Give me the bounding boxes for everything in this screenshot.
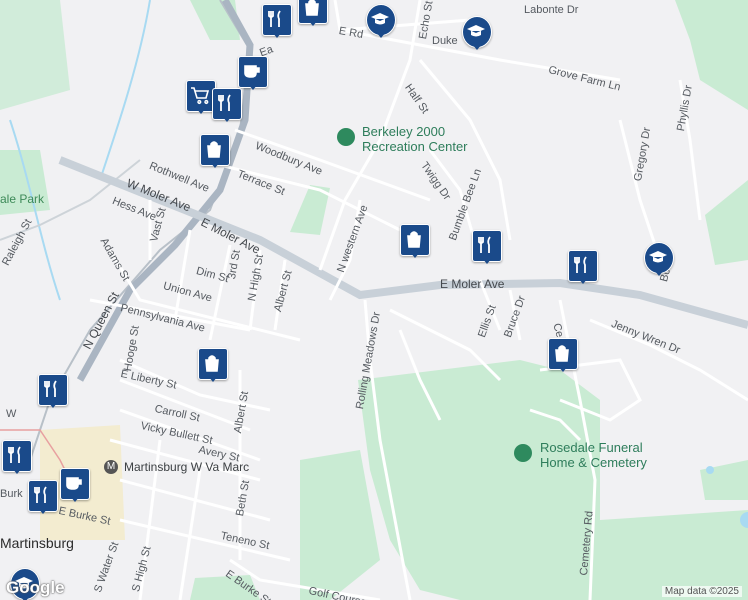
shopping-pin[interactable]	[400, 224, 430, 260]
restaurant-icon	[8, 446, 21, 463]
recreation-center-label[interactable]: Berkeley 2000 Recreation Center	[362, 124, 468, 154]
recreation-center-marker[interactable]	[337, 128, 355, 146]
funeral-home-marker[interactable]	[514, 444, 532, 462]
map-attribution[interactable]: Map data ©2025	[661, 586, 742, 597]
restaurant-pin[interactable]	[28, 480, 58, 516]
shopping-icon	[205, 355, 219, 372]
school-icon	[467, 25, 485, 37]
cafe-icon	[244, 65, 260, 78]
restaurant-icon	[34, 486, 47, 503]
restaurant-pin[interactable]	[38, 374, 68, 410]
restaurant-icon	[218, 94, 231, 111]
street-label: Burk	[0, 488, 23, 500]
shopping-pin[interactable]	[200, 134, 230, 170]
shopping-pin[interactable]	[198, 348, 228, 384]
city-label: Martinsburg	[0, 535, 74, 551]
restaurant-pin[interactable]	[568, 250, 598, 286]
shopping-icon	[555, 345, 569, 362]
grocery-icon	[191, 87, 210, 105]
restaurant-pin[interactable]	[2, 440, 32, 476]
google-logo: Google	[6, 578, 65, 597]
restaurant-icon	[268, 10, 281, 27]
park-label: ale Park	[0, 192, 45, 206]
restaurant-pin[interactable]	[472, 230, 502, 266]
shopping-pin[interactable]	[298, 0, 328, 28]
school-pin[interactable]	[644, 242, 674, 278]
restaurant-icon	[44, 380, 57, 397]
street-label: Labonte Dr	[524, 4, 579, 16]
restaurant-pin[interactable]	[262, 4, 292, 40]
street-label: E Moler Ave	[440, 277, 505, 291]
shopping-icon	[305, 0, 319, 16]
funeral-home-label[interactable]: Rosedale Funeral Home & Cemetery	[540, 440, 647, 470]
street-label: Duke	[432, 35, 458, 47]
shopping-icon	[207, 141, 221, 158]
cafe-pin[interactable]	[60, 468, 90, 504]
school-icon	[371, 13, 389, 25]
restaurant-icon	[478, 236, 491, 253]
cafe-icon	[66, 477, 82, 490]
train-icon: M	[104, 460, 118, 474]
school-icon	[649, 251, 667, 263]
map-canvas[interactable]: Labonte Dr Echo St E Rd Duke Grove Farm …	[0, 0, 748, 600]
shopping-icon	[407, 231, 421, 248]
shopping-pin[interactable]	[548, 338, 578, 374]
restaurant-pin[interactable]	[212, 88, 242, 124]
school-pin[interactable]	[366, 4, 396, 40]
amtrak-station-label[interactable]: Martinsburg W Va Marc	[124, 460, 249, 474]
restaurant-icon	[574, 256, 587, 273]
school-pin[interactable]	[462, 16, 492, 52]
street-label: W	[6, 408, 17, 420]
cafe-pin[interactable]	[238, 56, 268, 92]
